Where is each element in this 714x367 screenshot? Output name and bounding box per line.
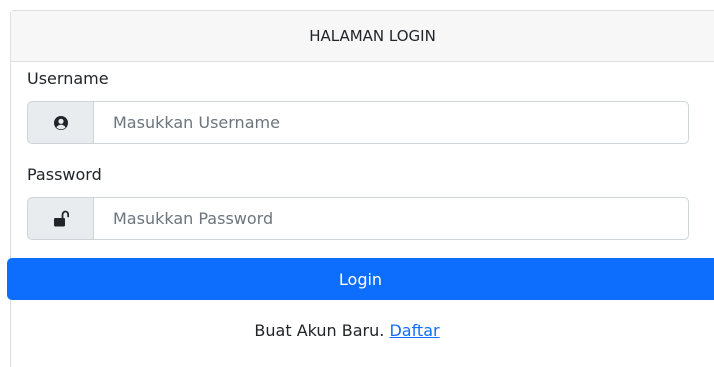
register-prompt: Buat Akun Baru. Daftar — [0, 321, 714, 340]
username-input[interactable] — [94, 101, 689, 144]
login-button[interactable]: Login — [7, 258, 714, 300]
password-input-group — [27, 197, 689, 240]
password-input[interactable] — [94, 197, 689, 240]
login-card: HALAMAN LOGIN — [10, 10, 714, 367]
username-input-group — [27, 101, 689, 144]
password-label: Password — [27, 165, 102, 184]
page-title: HALAMAN LOGIN — [309, 27, 436, 45]
register-link[interactable]: Daftar — [389, 321, 439, 340]
register-prompt-text: Buat Akun Baru. — [254, 321, 390, 340]
card-header: HALAMAN LOGIN — [11, 11, 714, 62]
username-addon — [27, 101, 94, 144]
user-circle-icon — [53, 115, 68, 130]
username-label: Username — [27, 69, 109, 88]
unlock-icon — [53, 210, 69, 226]
password-addon — [27, 197, 94, 240]
